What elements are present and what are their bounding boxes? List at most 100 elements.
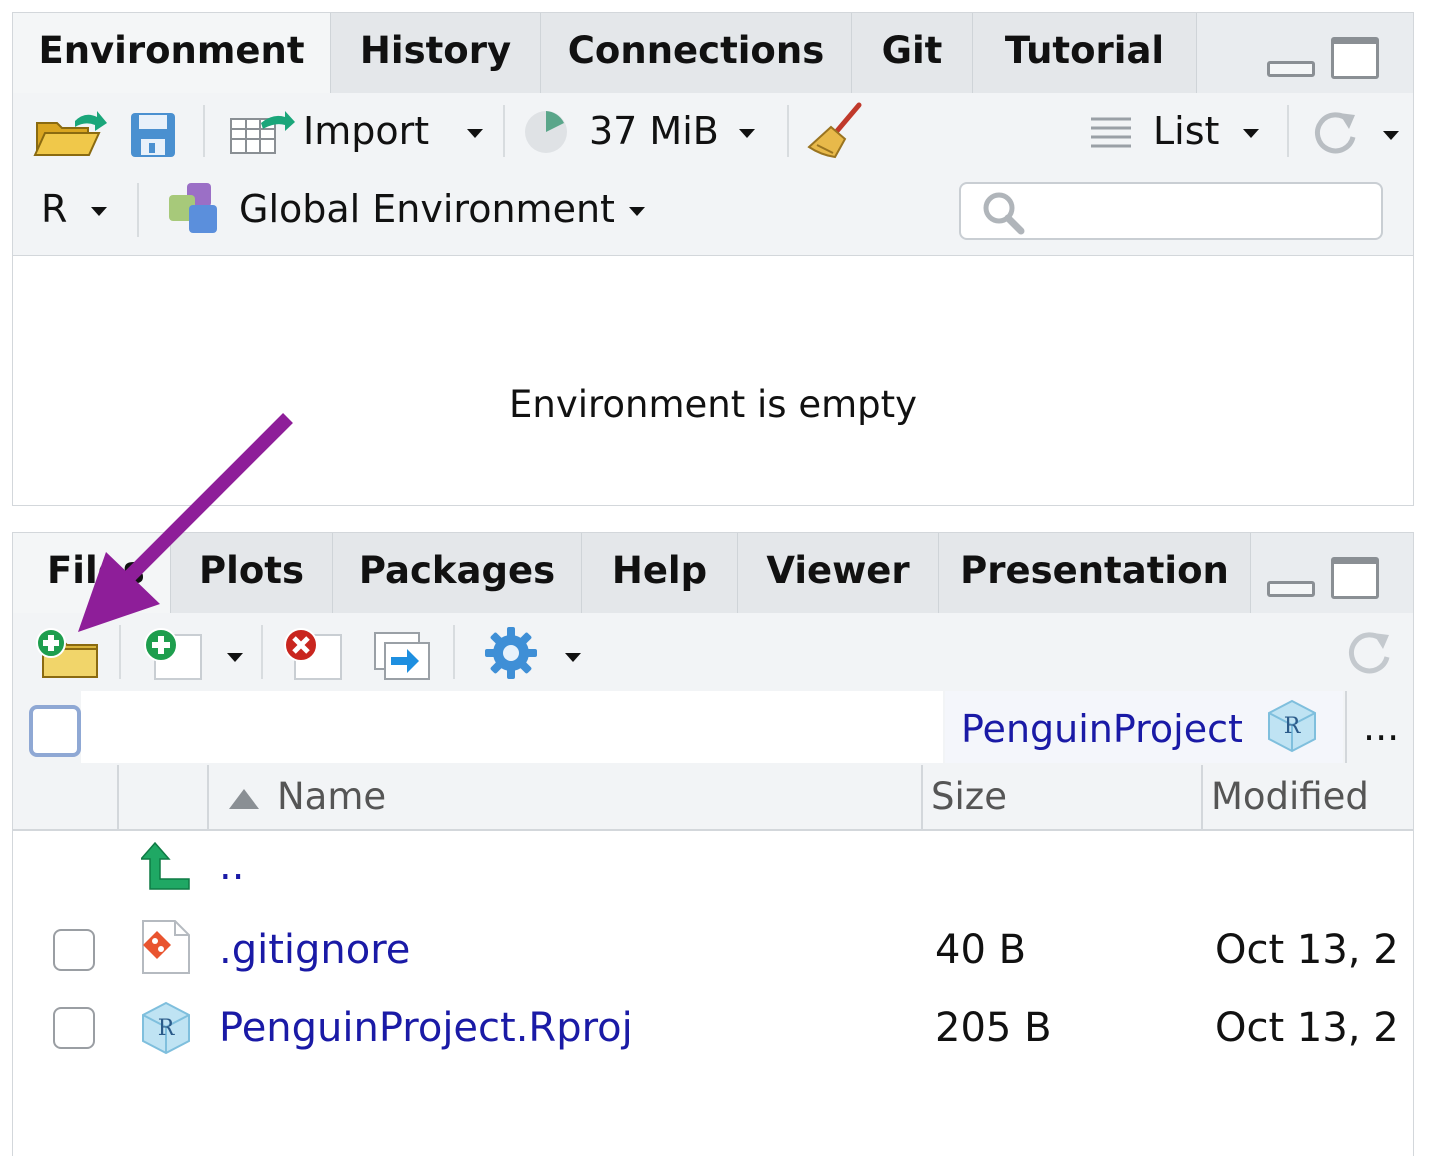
file-size: 40 B — [935, 927, 1027, 973]
environment-icon — [169, 183, 217, 233]
column-divider — [1201, 765, 1203, 829]
breadcrumb-divider — [1345, 691, 1347, 763]
parent-directory-link[interactable]: .. — [219, 841, 244, 891]
toolbar-separator — [503, 105, 505, 157]
environment-toolbar: Import 37 MiB List — [13, 93, 1413, 170]
rproj-file-icon: R — [142, 1001, 190, 1055]
table-row: .gitignore 40 B Oct 13, 2 — [13, 915, 1413, 989]
files-tabbar: Files Plots Packages Help Viewer Present… — [13, 533, 1413, 614]
list-icon — [1091, 117, 1131, 148]
rename-file-button[interactable] — [373, 631, 433, 685]
tab-environment[interactable]: Environment — [13, 13, 331, 94]
chevron-down-icon — [1383, 131, 1399, 140]
svg-text:R: R — [1284, 714, 1302, 739]
name-column-label: Name — [277, 775, 387, 818]
chevron-down-icon — [565, 653, 581, 662]
new-blank-file-button[interactable] — [141, 627, 251, 681]
column-divider — [921, 765, 923, 829]
row-checkbox[interactable] — [53, 929, 95, 971]
gear-icon — [485, 627, 537, 679]
breadcrumb-spacer — [81, 691, 943, 763]
tab-plots[interactable]: Plots — [171, 533, 333, 613]
tab-files[interactable]: Files — [13, 533, 171, 614]
file-name-link[interactable]: .gitignore — [219, 925, 410, 975]
toolbar-separator — [787, 105, 789, 157]
add-file-icon — [144, 628, 202, 680]
environment-empty-message: Environment is empty — [508, 383, 918, 426]
rename-icon — [374, 632, 430, 680]
rproj-icon: R — [1268, 699, 1316, 753]
environment-label: Global Environment — [239, 187, 615, 231]
tab-presentation[interactable]: Presentation — [939, 533, 1251, 613]
tab-packages[interactable]: Packages — [333, 533, 582, 613]
parent-directory-row[interactable]: .. — [13, 833, 1413, 905]
save-workspace-button[interactable] — [129, 111, 177, 159]
chevron-down-icon — [227, 653, 243, 662]
toolbar-separator — [119, 625, 121, 679]
environment-selector[interactable]: Global Environment — [165, 181, 655, 237]
memory-pie-icon — [525, 111, 567, 153]
name-column-header[interactable]: Name — [227, 775, 907, 821]
tab-history[interactable]: History — [331, 13, 541, 93]
maximize-pane-button[interactable] — [1331, 37, 1379, 79]
files-toolbar — [13, 613, 1413, 690]
import-label: Import — [303, 109, 430, 153]
language-selector[interactable]: R — [41, 185, 121, 235]
tab-connections[interactable]: Connections — [541, 13, 852, 93]
environment-pane: Environment History Connections Git Tuto… — [12, 12, 1414, 506]
maximize-pane-button[interactable] — [1331, 557, 1379, 599]
row-checkbox[interactable] — [53, 1007, 95, 1049]
search-icon — [983, 192, 1025, 235]
up-arrow-icon — [141, 841, 190, 890]
tab-tutorial[interactable]: Tutorial — [973, 13, 1197, 93]
broom-icon — [807, 102, 862, 159]
file-name-link[interactable]: PenguinProject.Rproj — [219, 1003, 633, 1053]
open-folder-icon — [33, 111, 107, 156]
more-actions-button[interactable] — [483, 625, 593, 681]
window-controls — [1267, 557, 1383, 601]
file-modified: Oct 13, 2 — [1215, 927, 1399, 973]
chevron-down-icon — [1243, 129, 1259, 138]
chevron-down-icon — [91, 207, 107, 216]
size-column-header[interactable]: Size — [931, 775, 1007, 818]
chevron-down-icon — [629, 207, 645, 216]
new-folder-button[interactable] — [35, 627, 103, 681]
memory-label: 37 MiB — [589, 109, 719, 153]
clear-workspace-button[interactable] — [807, 101, 867, 161]
minimize-pane-button[interactable] — [1267, 61, 1315, 77]
import-table-icon — [230, 111, 295, 154]
column-divider — [207, 765, 209, 829]
column-divider — [117, 765, 119, 829]
refresh-files-button[interactable] — [1343, 627, 1395, 679]
tab-help[interactable]: Help — [582, 533, 738, 613]
toolbar-separator — [1287, 105, 1289, 157]
environment-tabbar: Environment History Connections Git Tuto… — [13, 13, 1413, 94]
environment-search-input[interactable] — [959, 182, 1383, 240]
view-mode-button[interactable]: List — [1089, 107, 1273, 157]
file-size: 205 B — [935, 1005, 1052, 1051]
git-file-icon — [142, 920, 190, 974]
tab-viewer[interactable]: Viewer — [738, 533, 939, 613]
new-folder-icon — [36, 628, 98, 678]
load-workspace-button[interactable] — [33, 109, 109, 159]
toolbar-separator — [261, 625, 263, 679]
toolbar-separator — [203, 105, 205, 157]
table-row: R PenguinProject.Rproj 205 B Oct 13, 2 — [13, 993, 1413, 1067]
refresh-icon — [1349, 632, 1390, 674]
minimize-pane-button[interactable] — [1267, 581, 1315, 597]
breadcrumb-more-button[interactable]: ... — [1363, 705, 1399, 749]
delete-file-button[interactable] — [279, 627, 345, 681]
view-mode-label: List — [1153, 109, 1220, 153]
chevron-down-icon — [739, 129, 755, 138]
import-dataset-button[interactable]: Import — [229, 107, 499, 157]
window-controls — [1267, 37, 1383, 81]
refresh-environment-button[interactable] — [1309, 107, 1405, 157]
memory-usage-button[interactable]: 37 MiB — [523, 107, 763, 157]
breadcrumb-project[interactable]: PenguinProject R — [945, 691, 1343, 763]
tab-git[interactable]: Git — [852, 13, 973, 93]
files-pane: Files Plots Packages Help Viewer Present… — [12, 532, 1414, 1156]
delete-icon — [284, 628, 342, 680]
modified-column-header[interactable]: Modified — [1211, 775, 1369, 818]
refresh-icon — [1315, 112, 1356, 154]
select-all-checkbox[interactable] — [29, 705, 81, 757]
